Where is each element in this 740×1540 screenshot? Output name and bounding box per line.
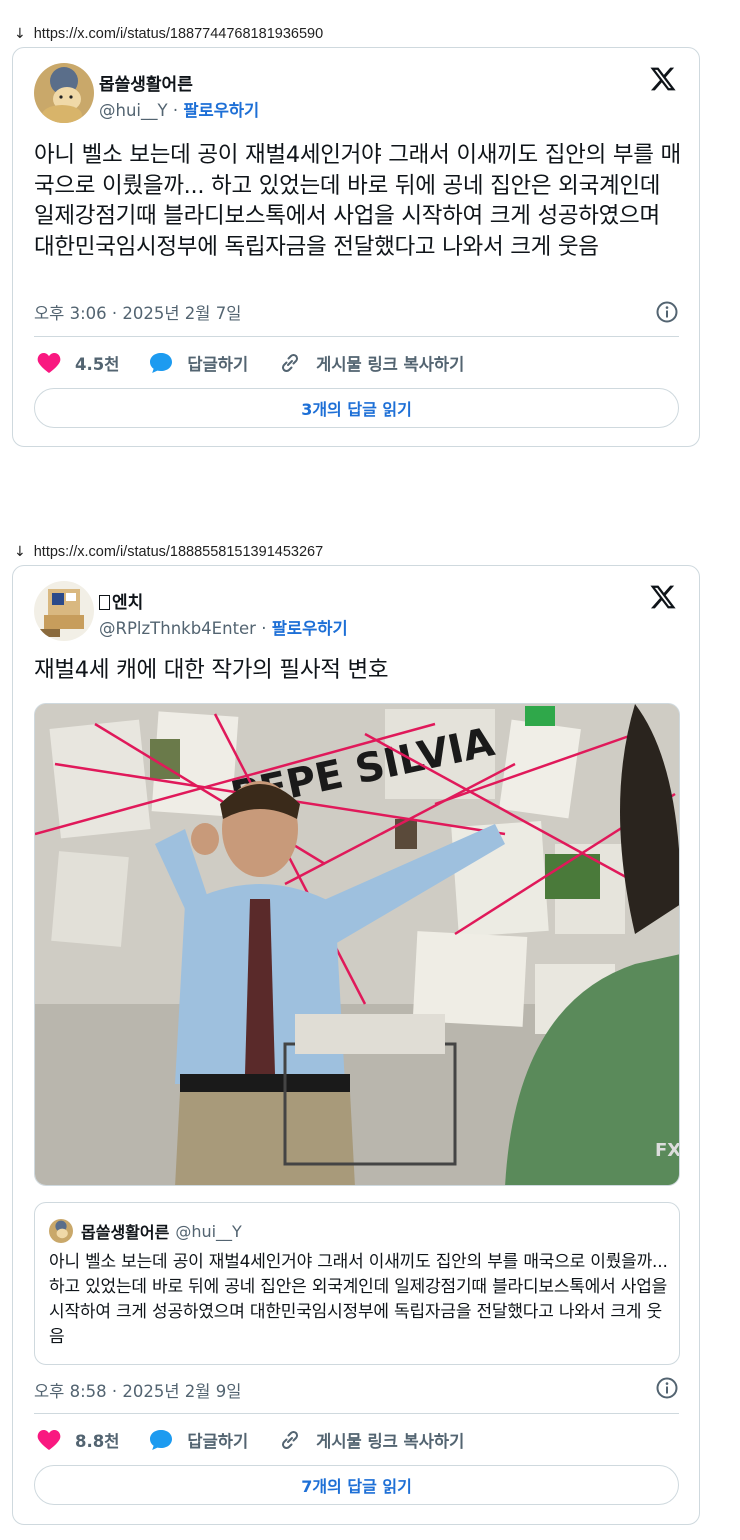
tweet-url[interactable]: https://x.com/i/status/18877447681819365… (34, 26, 323, 42)
copy-link-label: 게시물 링크 복사하기 (316, 355, 465, 374)
read-replies-button[interactable]: 3개의 답글 읽기 (34, 388, 679, 428)
tweet-media-image[interactable]: PEPE SILVIA FX (34, 703, 680, 1186)
author-name-text: 엔치 (112, 593, 144, 613)
down-arrow-icon: ↓ (14, 544, 26, 560)
author-handle[interactable]: @hui__Y (99, 101, 168, 120)
link-icon (282, 353, 299, 373)
like-count: 8.8천 (75, 1432, 120, 1451)
follow-button[interactable]: 팔로우하기 (183, 101, 259, 120)
link-icon (282, 1430, 299, 1450)
author-name[interactable]: 몹쓸생활어른 (99, 70, 193, 95)
quoted-author-name: 몹쓸생활어른 (81, 1223, 170, 1242)
media-watermark: FX (655, 1140, 680, 1161)
divider (34, 1413, 679, 1414)
divider (34, 336, 679, 337)
info-icon[interactable] (655, 1376, 679, 1400)
reply-label: 답글하기 (187, 355, 249, 374)
tweet-text: 아니 벨소 보는데 공이 재벌4세인거야 그래서 이새끼도 집안의 부를 매국으… (34, 142, 681, 260)
author-handle-row: @hui__Y · 팔로우하기 (99, 97, 259, 121)
quoted-tweet[interactable]: 몹쓸생활어른 @hui__Y 아니 벨소 보는데 공이 재벌4세인거야 그래서 … (34, 1202, 680, 1365)
author-avatar[interactable] (34, 63, 94, 123)
heart-icon (37, 353, 61, 373)
tweet-url[interactable]: https://x.com/i/status/18885581513914532… (34, 544, 323, 560)
heart-icon (37, 1430, 61, 1450)
copy-link-label: 게시물 링크 복사하기 (316, 1432, 465, 1451)
reply-label: 답글하기 (187, 1432, 249, 1451)
x-logo-icon[interactable] (649, 583, 677, 611)
quoted-tweet-header: 몹쓸생활어른 @hui__Y (49, 1219, 242, 1243)
tweet-url-line: ↓ https://x.com/i/status/188774476818193… (14, 26, 323, 42)
tweet-text: 재벌4세 캐에 대한 작가의 필사적 변호 (34, 657, 389, 683)
info-icon[interactable] (655, 300, 679, 324)
copy-link-button[interactable]: 게시물 링크 복사하기 (278, 351, 464, 375)
reply-button[interactable]: 답글하기 (149, 1428, 248, 1452)
quoted-tweet-text: 아니 벨소 보는데 공이 재벌4세인거야 그래서 이새끼도 집안의 부를 매국으… (49, 1252, 668, 1347)
speech-bubble-icon (150, 353, 173, 373)
tweet-card: 몹쓸생활어른 @hui__Y · 팔로우하기 아니 벨소 보는데 공이 재벌4세… (12, 47, 700, 447)
author-handle[interactable]: @RPlzThnkb4Enter (99, 619, 256, 638)
like-button[interactable]: 4.5천 (37, 351, 119, 375)
quoted-author-handle: @hui__Y (175, 1221, 242, 1241)
like-count: 4.5천 (75, 355, 120, 374)
separator: · (261, 619, 267, 638)
like-button[interactable]: 8.8천 (37, 1428, 119, 1452)
reply-button[interactable]: 답글하기 (149, 351, 248, 375)
read-replies-button[interactable]: 7개의 답글 읽기 (34, 1465, 679, 1505)
author-avatar[interactable] (34, 581, 94, 641)
speech-bubble-icon (150, 1430, 173, 1450)
missing-glyph-icon (99, 595, 110, 610)
author-name[interactable]: 엔치 (99, 588, 143, 613)
action-bar: 8.8천 답글하기 게시물 링크 복사하기 (37, 1425, 679, 1455)
separator: · (172, 101, 179, 120)
follow-button[interactable]: 팔로우하기 (272, 619, 348, 638)
author-handle-row: @RPlzThnkb4Enter · 팔로우하기 (99, 615, 348, 639)
tweet-timestamp[interactable]: 오후 3:06 · 2025년 2월 7일 (34, 300, 241, 324)
copy-link-button[interactable]: 게시물 링크 복사하기 (278, 1428, 464, 1452)
quoted-author-avatar (49, 1219, 73, 1243)
tweet-timestamp[interactable]: 오후 8:58 · 2025년 2월 9일 (34, 1378, 241, 1402)
down-arrow-icon: ↓ (14, 26, 26, 42)
action-bar: 4.5천 답글하기 게시물 링크 복사하기 (37, 348, 679, 378)
tweet-card: 엔치 @RPlzThnkb4Enter · 팔로우하기 재벌4세 캐에 대한 작… (12, 565, 700, 1525)
x-logo-icon[interactable] (649, 65, 677, 93)
tweet-url-line: ↓ https://x.com/i/status/188855815139145… (14, 544, 323, 560)
